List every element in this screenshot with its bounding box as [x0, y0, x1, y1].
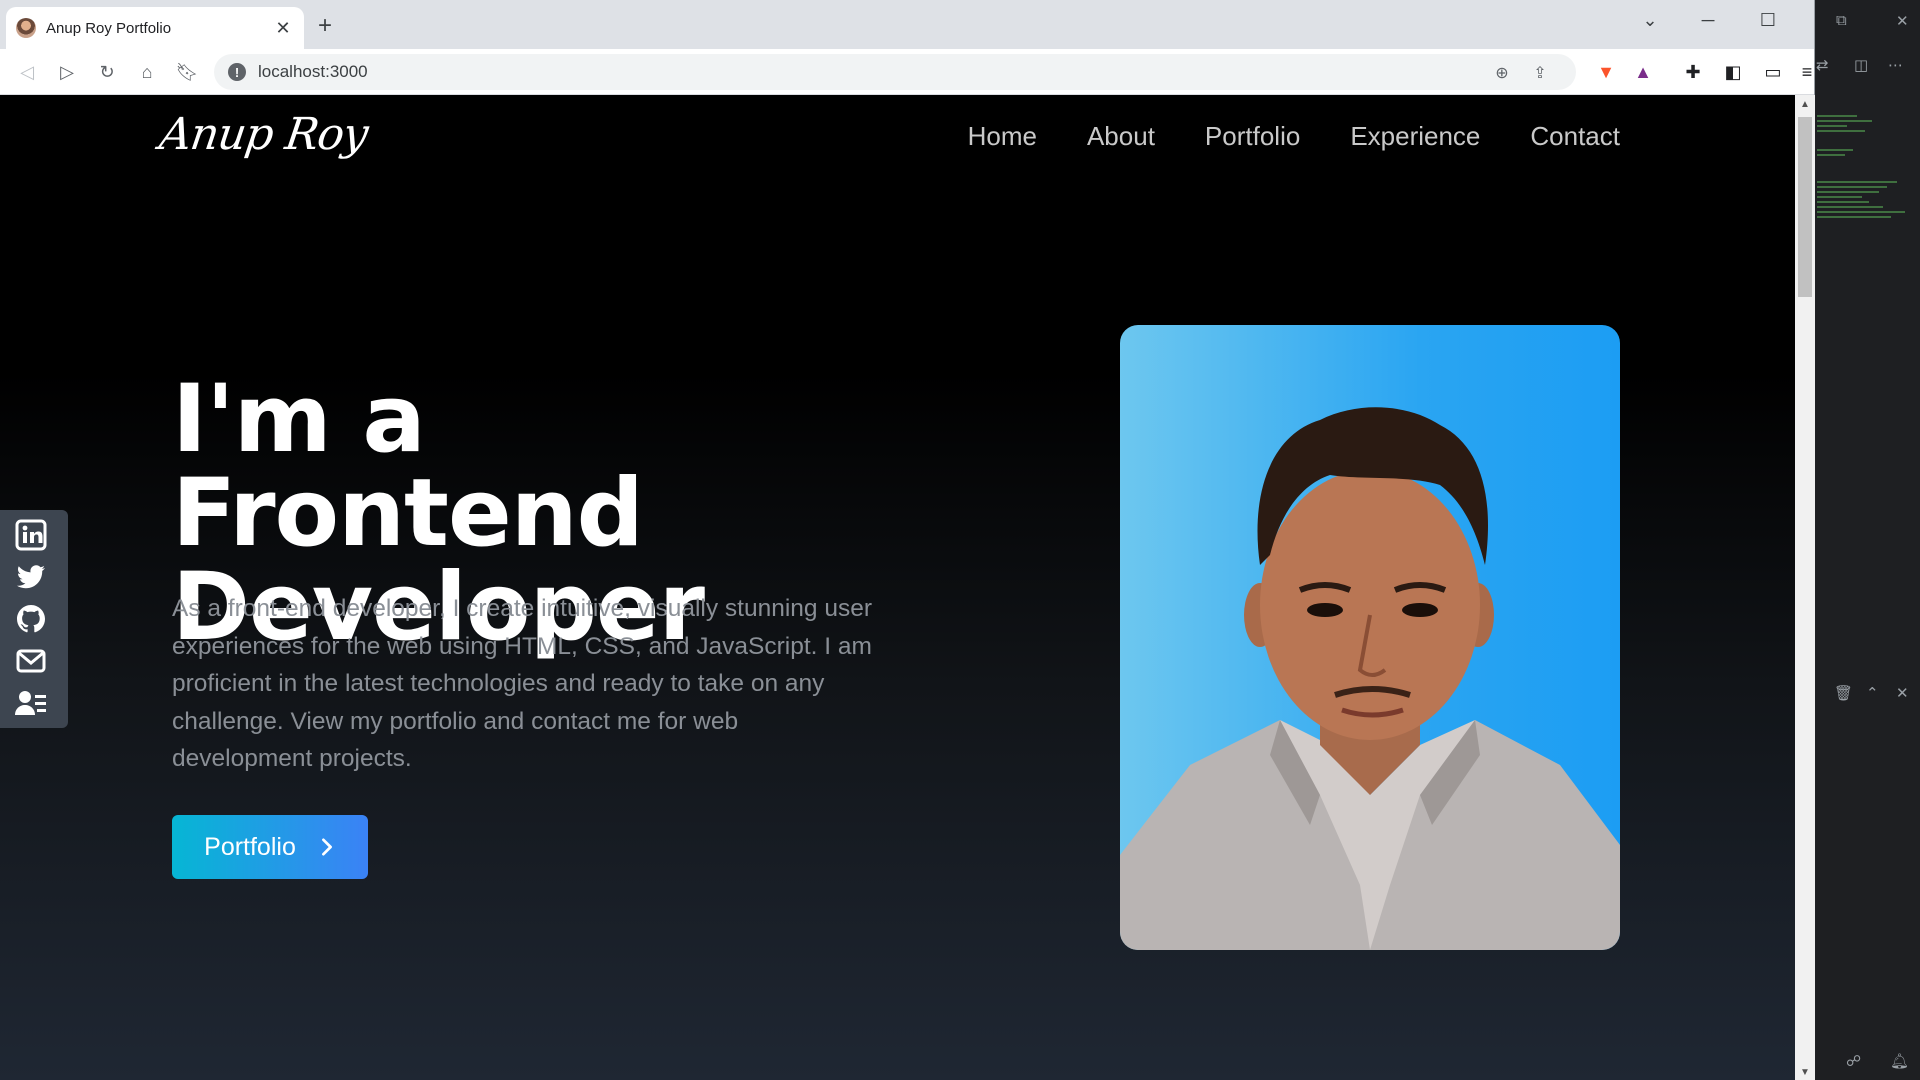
nav-experience[interactable]: Experience — [1350, 121, 1480, 152]
site-logo[interactable]: Anup Roy — [156, 109, 370, 160]
url-text: localhost:3000 — [258, 62, 368, 81]
minimap — [1817, 115, 1907, 255]
portfolio-button[interactable]: Portfolio — [172, 815, 368, 879]
page-scrollbar[interactable]: ▲ ▼ — [1795, 95, 1815, 1080]
site-info-icon[interactable]: ! — [228, 63, 246, 81]
restore-icon[interactable]: ⧉ — [1836, 12, 1847, 29]
bookmark-icon[interactable]: 🔖︎ — [174, 59, 200, 85]
tab-title: Anup Roy Portfolio — [46, 19, 172, 37]
browser-toolbar: ◁ ▷ ↻ ⌂ 🔖︎ ! localhost:3000 ⊕ ⇪ ▼ ▲ ✚ ◧ … — [0, 49, 1814, 95]
twitter-icon[interactable] — [14, 560, 48, 594]
split-icon[interactable]: ◫ — [1854, 56, 1868, 74]
address-bar[interactable]: ! localhost:3000 ⊕ ⇪ — [214, 54, 1576, 90]
mail-icon[interactable] — [14, 644, 48, 678]
browser-window: Anup Roy Portfolio ✕ + ⌄ ─ ☐ ✕ ◁ ▷ ↻ ⌂ 🔖… — [0, 0, 1829, 1080]
brave-rewards-icon[interactable]: ▲ — [1630, 59, 1656, 85]
close-tab-icon[interactable]: ✕ — [272, 18, 294, 39]
chevron-right-icon — [321, 838, 332, 856]
portfolio-button-label: Portfolio — [204, 832, 296, 861]
hero-description: As a front-end developer, I create intui… — [172, 595, 872, 772]
page-viewport: Anup Roy Home About Portfolio Experience… — [0, 95, 1795, 1080]
nav-home[interactable]: Home — [968, 121, 1037, 152]
nav-about[interactable]: About — [1087, 121, 1155, 152]
panel-close-icon[interactable]: ✕ — [1896, 12, 1909, 30]
favicon-icon — [16, 18, 36, 38]
resume-icon[interactable] — [14, 686, 48, 720]
profile-photo — [1120, 325, 1620, 950]
scrollbar-thumb[interactable] — [1798, 117, 1812, 297]
linkedin-icon[interactable] — [14, 518, 48, 552]
github-icon[interactable] — [14, 602, 48, 636]
feedback-icon[interactable]: ☍ — [1846, 1052, 1861, 1070]
scroll-down-icon[interactable]: ▼ — [1800, 1067, 1810, 1078]
bell-icon[interactable]: 🔔︎ — [1890, 1052, 1909, 1070]
maximize-icon[interactable]: ☐ — [1748, 10, 1788, 31]
share-icon[interactable]: ⇪ — [1528, 61, 1552, 85]
scroll-up-icon[interactable]: ▲ — [1800, 99, 1810, 110]
forward-icon[interactable]: ▷ — [54, 59, 80, 85]
compare-icon[interactable]: ⇄ — [1816, 56, 1829, 74]
extensions-icon[interactable]: ✚ — [1680, 59, 1706, 85]
more-icon[interactable]: ⋯ — [1888, 56, 1903, 74]
home-icon[interactable]: ⌂ — [134, 59, 160, 85]
browser-tab[interactable]: Anup Roy Portfolio ✕ — [6, 7, 304, 49]
zoom-icon[interactable]: ⊕ — [1490, 61, 1514, 85]
main-nav: Home About Portfolio Experience Contact — [968, 121, 1620, 152]
profile-portrait — [1120, 407, 1620, 950]
sidebar-icon[interactable]: ◧ — [1720, 59, 1746, 85]
reload-icon[interactable]: ↻ — [94, 59, 120, 85]
new-tab-button[interactable]: + — [318, 12, 332, 40]
tab-search-icon[interactable]: ⌄ — [1630, 10, 1670, 31]
tab-strip: Anup Roy Portfolio ✕ + ⌄ ─ ☐ ✕ — [0, 0, 1829, 49]
back-icon[interactable]: ◁ — [14, 59, 40, 85]
wallet-icon[interactable]: ▭ — [1760, 59, 1786, 85]
brave-shield-icon[interactable]: ▼ — [1593, 59, 1619, 85]
social-sidebar — [0, 510, 68, 728]
nav-portfolio[interactable]: Portfolio — [1205, 121, 1300, 152]
minimize-icon[interactable]: ─ — [1688, 10, 1728, 31]
nav-contact[interactable]: Contact — [1530, 121, 1620, 152]
collapse-up-icon[interactable]: ⌃ — [1866, 684, 1879, 702]
panel-x-icon[interactable]: ✕ — [1896, 684, 1909, 702]
trash-icon[interactable]: 🗑︎ — [1834, 684, 1853, 702]
hero-title-line1: I'm a Frontend — [172, 365, 644, 568]
